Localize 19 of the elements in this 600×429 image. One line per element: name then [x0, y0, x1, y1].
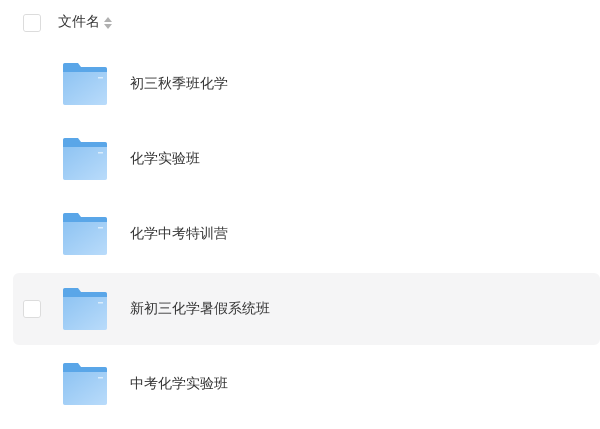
file-row[interactable]: 化学中考特训营: [13, 198, 600, 270]
file-row[interactable]: 化学实验班: [13, 123, 600, 195]
folder-icon[interactable]: [62, 138, 108, 180]
folder-name[interactable]: 化学实验班: [130, 148, 200, 170]
file-row[interactable]: 中考化学实验班: [13, 348, 600, 420]
folder-icon[interactable]: [62, 363, 108, 405]
folder-icon[interactable]: [62, 288, 108, 330]
row-checkbox[interactable]: [23, 300, 41, 318]
select-all-checkbox[interactable]: [23, 14, 41, 32]
file-row[interactable]: 新初三化学暑假系统班: [13, 273, 600, 345]
folder-name[interactable]: 中考化学实验班: [130, 374, 228, 394]
folder-name[interactable]: 初三秋季班化学: [130, 74, 228, 94]
sort-icon[interactable]: [104, 16, 112, 28]
column-header[interactable]: 文件名: [58, 12, 100, 33]
folder-name[interactable]: 化学中考特训营: [130, 224, 228, 244]
folder-name[interactable]: 新初三化学暑假系统班: [130, 298, 270, 320]
file-row[interactable]: 初三秋季班化学: [13, 48, 600, 120]
folder-icon[interactable]: [62, 213, 108, 255]
folder-icon[interactable]: [62, 63, 108, 105]
